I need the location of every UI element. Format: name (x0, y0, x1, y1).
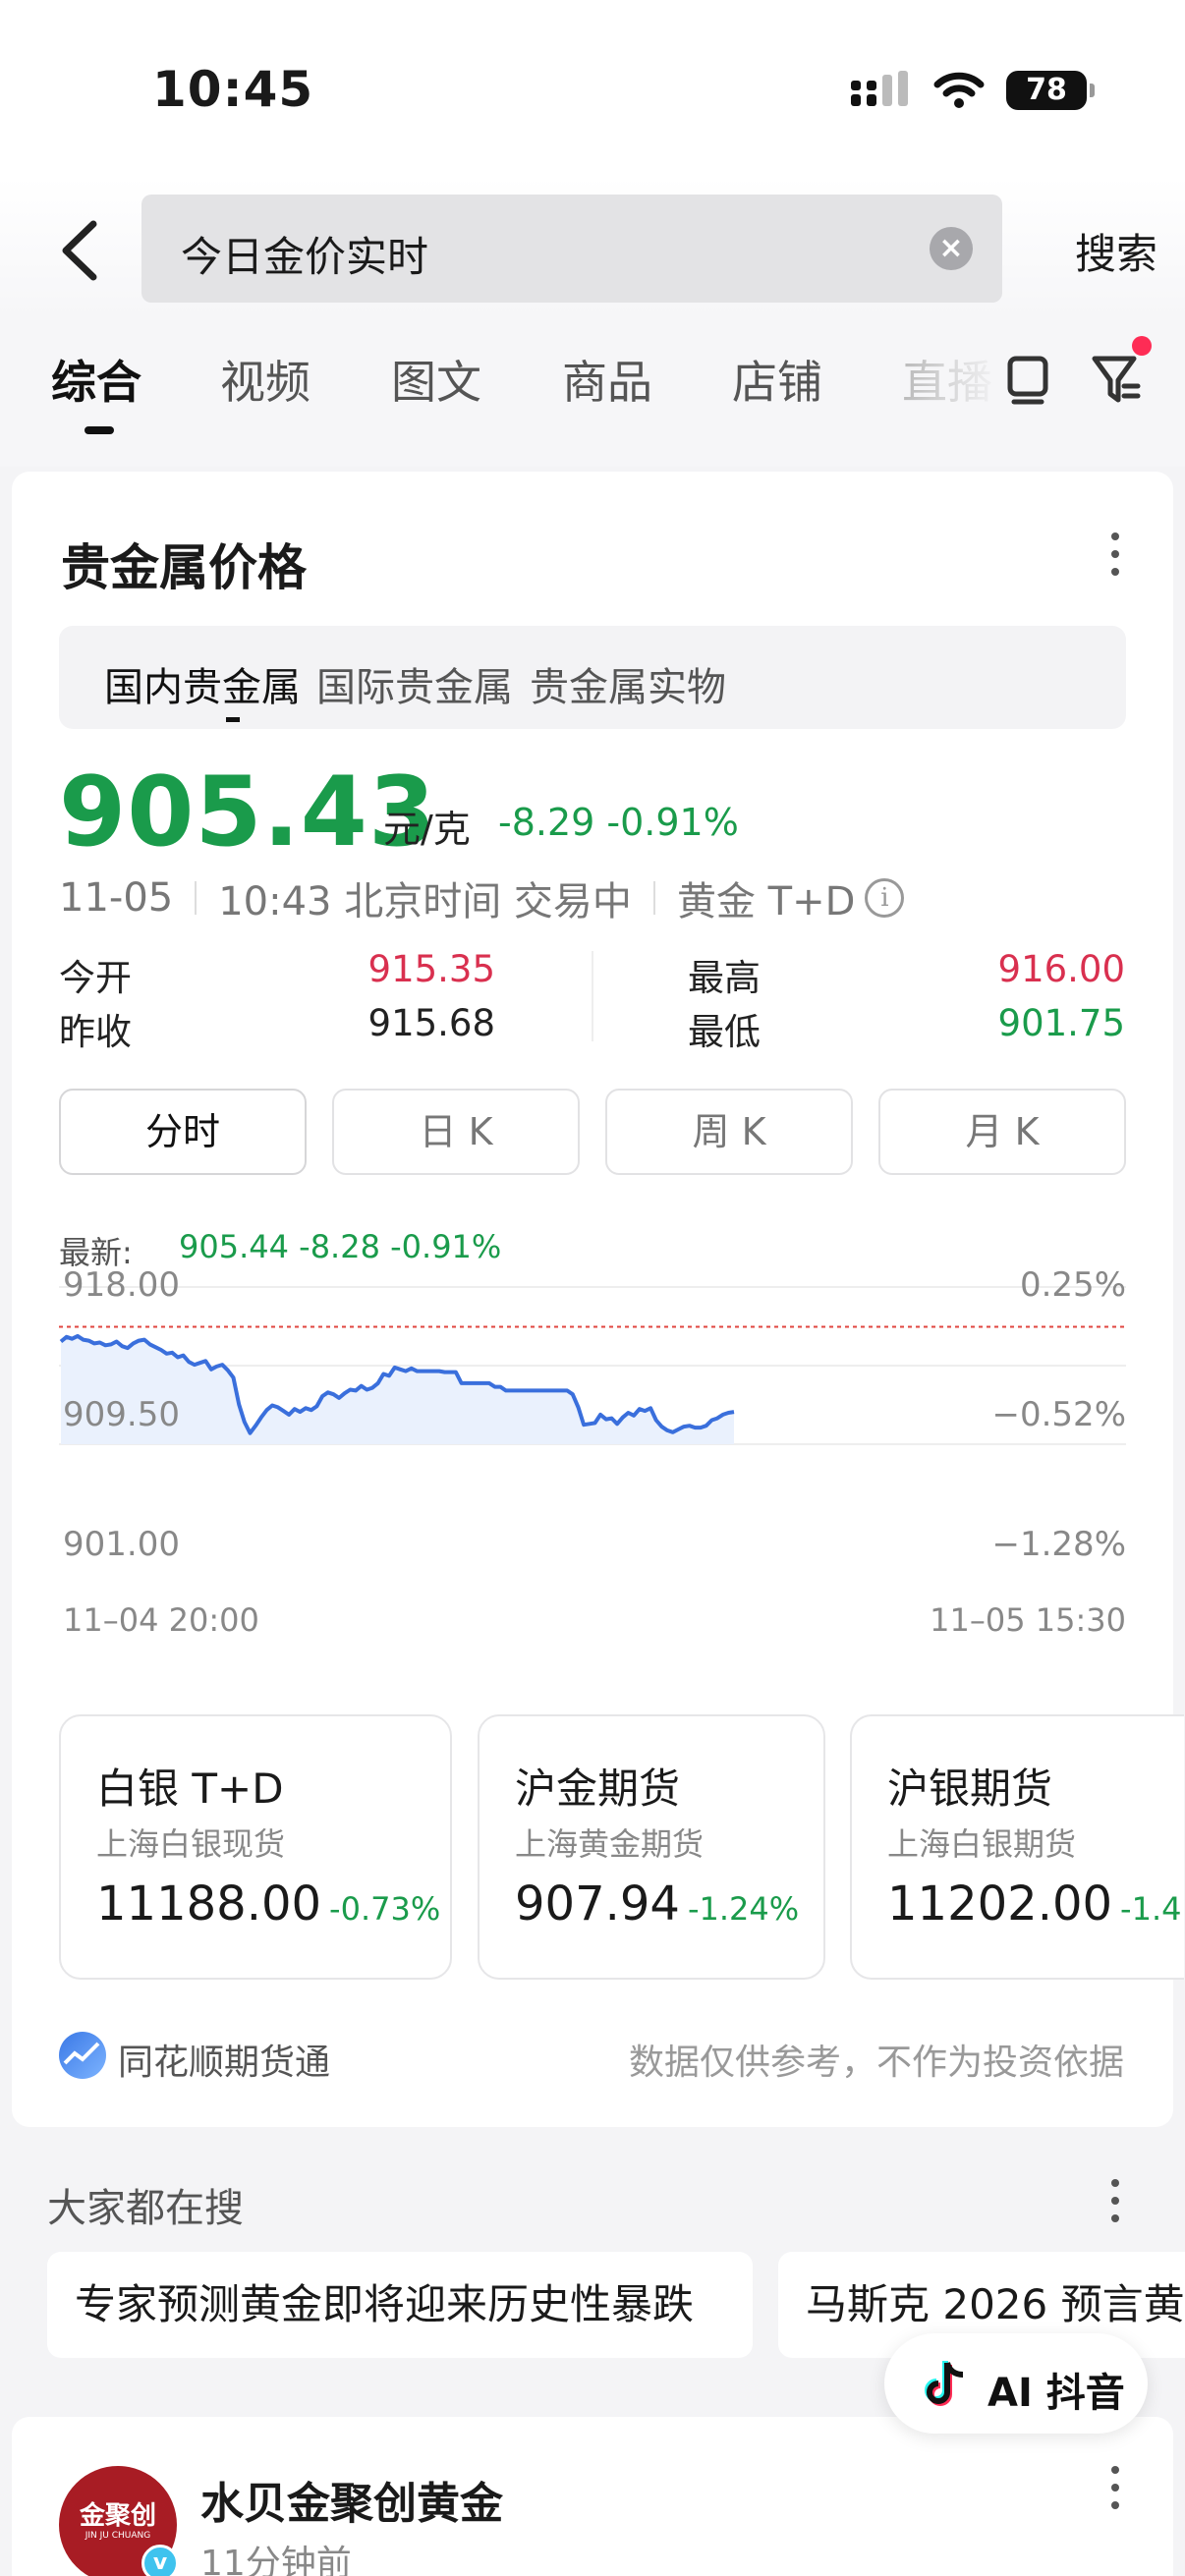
post-more-icon[interactable] (1110, 2466, 1120, 2511)
search-query: 今日金价实时 (181, 233, 429, 281)
info-icon[interactable]: i (865, 878, 905, 918)
avatar-brand-subtext: JIN JU CHUANG (85, 2531, 151, 2541)
intraday-chart[interactable]: 918.00 909.50 901.00 0.25% −0.52% −1.28%… (59, 1265, 1127, 1639)
y-right-tick: −0.52% (991, 1395, 1127, 1434)
quote-date: 11-05 (59, 875, 174, 921)
related-price: 11188.00 (96, 1876, 322, 1932)
related-title: 沪银期货 (887, 1764, 1053, 1813)
filter-icon[interactable] (1091, 349, 1142, 408)
high-label: 最高 (688, 957, 761, 999)
tab-video[interactable]: 视频 (220, 347, 310, 412)
quote-time-status: 10:43 北京时间 交易中 (218, 879, 632, 924)
douyin-logo-icon (925, 2361, 964, 2406)
layout-toggle-icon[interactable] (1006, 349, 1049, 408)
tab-indicator (85, 426, 114, 434)
period-monthly-button[interactable]: 月 K (878, 1089, 1126, 1175)
tab-general[interactable]: 综合 (51, 347, 141, 412)
back-arrow-icon[interactable] (54, 216, 113, 285)
related-subtitle: 上海白银现货 (96, 1825, 286, 1863)
segment-indicator (226, 717, 240, 722)
card-title: 贵金属价格 (61, 539, 307, 596)
cellular-signal-icon (851, 71, 908, 106)
instrument-name: 黄金 T+D (676, 879, 856, 924)
current-price: 905.43 (59, 756, 437, 868)
price-unit: 元/克 (383, 808, 471, 851)
tab-shops[interactable]: 店铺 (732, 347, 822, 412)
segment-domestic[interactable]: 国内贵金属 (104, 655, 301, 712)
related-price: 11202.00 (887, 1876, 1113, 1932)
y-left-tick: 909.50 (63, 1395, 180, 1434)
precious-metals-card: 贵金属价格 国内贵金属 国际贵金属 贵金属实物 905.43 元/克 -8.29… (12, 472, 1184, 2127)
avatar-brand-text: 金聚创 (79, 2501, 156, 2531)
source-name[interactable]: 同花顺期货通 (118, 2034, 330, 2085)
status-bar: 10:45 78 (0, 0, 1185, 177)
related-change: -1.41 (1120, 1890, 1184, 1928)
period-intraday-button[interactable]: 分时 (59, 1089, 307, 1175)
post-time: 11分钟前 (200, 2544, 352, 2576)
search-header: 今日金价实时 × 搜索 (0, 177, 1185, 319)
price-change: -8.29 -0.91% (498, 801, 739, 844)
post-author[interactable]: 水贝金聚创黄金 (200, 2468, 503, 2531)
disclaimer: 数据仅供参考，不作为投资依据 (628, 2043, 1124, 2083)
y-right-tick: −1.28% (991, 1525, 1127, 1564)
intraday-chart-svg (59, 1286, 1126, 1445)
prev-close-label: 昨收 (59, 1011, 132, 1053)
open-label: 今开 (59, 957, 132, 999)
tab-image-text[interactable]: 图文 (391, 347, 481, 412)
notification-dot (1132, 336, 1152, 356)
related-subtitle: 上海黄金期货 (515, 1825, 705, 1863)
verified-badge-icon: v (141, 2545, 179, 2576)
clear-icon[interactable]: × (930, 227, 973, 270)
hot-search-item[interactable]: 专家预测黄金即将迎来历史性暴跌 (47, 2252, 753, 2358)
ai-douyin-label: AI 抖音 (988, 2371, 1125, 2416)
y-left-tick: 901.00 (63, 1525, 180, 1564)
post-card[interactable]: 金聚创 JIN JU CHUANG v 水贝金聚创黄金 11分钟前 (12, 2417, 1173, 2576)
open-value: 915.35 (367, 948, 495, 990)
related-card-silver-futures[interactable]: 沪银期货 上海白银期货 11202.00-1.41 (850, 1714, 1184, 1980)
related-change: -0.73% (329, 1890, 441, 1928)
market-segment-control: 国内贵金属 国际贵金属 贵金属实物 (59, 626, 1126, 729)
y-right-tick: 0.25% (1019, 1265, 1126, 1305)
period-daily-button[interactable]: 日 K (332, 1089, 580, 1175)
ai-douyin-button[interactable]: AI 抖音 (884, 2333, 1148, 2434)
category-tabs: 综合 视频 图文 商品 店铺 直播 (0, 319, 1185, 467)
related-title: 沪金期货 (515, 1764, 681, 1813)
search-input[interactable]: 今日金价实时 × (141, 195, 1002, 303)
quote-meta: 11-05 10:43 北京时间 交易中 黄金 T+D i (59, 869, 905, 926)
related-title: 白银 T+D (96, 1764, 284, 1813)
low-label: 最低 (688, 1011, 761, 1053)
battery-indicator: 78 (1006, 71, 1095, 110)
low-value: 901.75 (997, 1002, 1125, 1044)
high-value: 916.00 (997, 948, 1125, 990)
related-card-gold-futures[interactable]: 沪金期货 上海黄金期货 907.94 -1.24% (478, 1714, 825, 1980)
prev-close-value: 915.68 (367, 1002, 495, 1044)
source-logo-icon (59, 2032, 106, 2079)
more-options-icon[interactable] (1110, 532, 1120, 578)
y-left-tick: 918.00 (63, 1265, 180, 1305)
search-button[interactable]: 搜索 (1075, 221, 1157, 281)
tab-goods[interactable]: 商品 (562, 347, 652, 412)
hot-more-icon[interactable] (1110, 2179, 1120, 2224)
related-card-silver-td[interactable]: 白银 T+D 上海白银现货 11188.00 -0.73% (59, 1714, 452, 1980)
x-tick-start: 11–04 20:00 (63, 1601, 259, 1639)
segment-international[interactable]: 国际贵金属 (316, 655, 513, 712)
latest-value: 905.44 -8.28 -0.91% (179, 1228, 502, 1265)
period-weekly-button[interactable]: 周 K (605, 1089, 853, 1175)
related-subtitle: 上海白银期货 (887, 1825, 1077, 1863)
x-tick-end: 11–05 15:30 (930, 1601, 1126, 1639)
hot-search-title: 大家都在搜 (47, 2186, 244, 2231)
segment-physical[interactable]: 贵金属实物 (530, 655, 726, 712)
wifi-icon (933, 72, 985, 108)
related-change: -1.24% (687, 1890, 800, 1928)
related-price: 907.94 (515, 1876, 680, 1932)
status-time: 10:45 (152, 61, 314, 118)
